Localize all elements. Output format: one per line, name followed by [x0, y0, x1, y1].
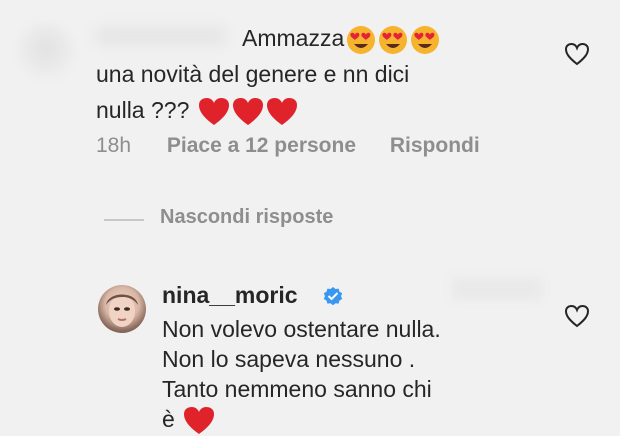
reply-line-2: Non lo sapeva nessuno . — [162, 346, 416, 372]
heart-eyes-emoji-icon — [410, 25, 440, 55]
hide-replies-button[interactable]: Nascondi risposte — [160, 206, 333, 229]
reply-body: Non volevo ostentare nulla. Non lo sapev… — [162, 314, 542, 436]
like-heart-icon[interactable] — [564, 304, 590, 328]
comment-meta: 18h Piace a 12 persone Rispondi — [96, 134, 508, 158]
reply-username[interactable]: nina__moric — [162, 282, 298, 309]
reply-button[interactable]: Rispondi — [390, 134, 480, 158]
comment-line-3: nulla ??? — [96, 92, 556, 128]
heart-eyes-emoji-icon — [346, 25, 376, 55]
heart-eyes-emoji-icon — [378, 25, 408, 55]
comment-line-2: una novità del genere e nn dici — [96, 61, 410, 87]
reply-line-3: Tanto nemmeno sanno chi — [162, 376, 432, 402]
blurred-avatar[interactable] — [16, 22, 76, 82]
divider-line — [104, 219, 144, 221]
blurred-area — [452, 278, 542, 300]
likes-count-link[interactable]: Piace a 12 persone — [167, 134, 356, 158]
reply-line-1: Non volevo ostentare nulla. — [162, 316, 441, 342]
red-heart-emoji-icon — [232, 97, 264, 127]
like-heart-icon[interactable] — [564, 42, 590, 66]
reply-line-4: è — [162, 404, 542, 436]
verified-badge-icon — [322, 285, 344, 307]
comment-line-1: Ammazza — [96, 20, 556, 56]
red-heart-emoji-icon — [266, 97, 298, 127]
avatar[interactable] — [98, 285, 146, 333]
comment-body: Ammazza una novità del genere e nn dici … — [96, 20, 556, 128]
red-heart-emoji-icon — [183, 406, 215, 436]
comment-time: 18h — [96, 134, 132, 157]
red-heart-emoji-icon — [198, 97, 230, 127]
